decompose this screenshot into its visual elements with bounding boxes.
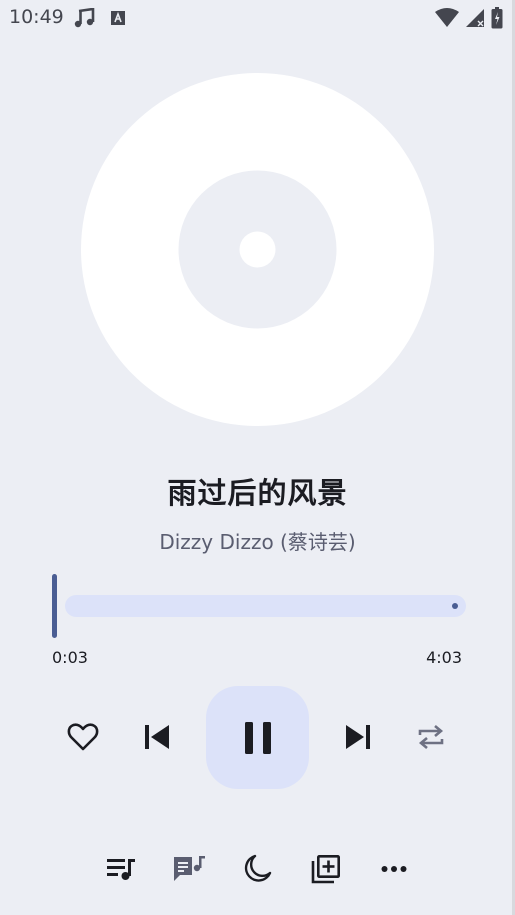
previous-button[interactable]	[136, 716, 178, 758]
album-art	[81, 73, 434, 426]
heart-outline-icon	[67, 723, 99, 751]
pause-button[interactable]	[206, 686, 309, 789]
lyrics-button[interactable]	[166, 846, 212, 892]
queue-button[interactable]	[98, 846, 144, 892]
sleep-timer-button[interactable]	[234, 846, 280, 892]
wifi-icon	[435, 8, 459, 32]
font-a-icon	[110, 10, 126, 30]
battery-icon	[491, 7, 503, 33]
more-button[interactable]	[371, 846, 417, 892]
time-total: 4:03	[426, 648, 462, 667]
repeat-button[interactable]	[410, 716, 452, 758]
vinyl-disc-icon	[81, 73, 434, 426]
add-to-playlist-icon	[311, 854, 340, 884]
add-to-playlist-button[interactable]	[303, 846, 349, 892]
lyrics-icon	[174, 856, 205, 881]
progress-thumb[interactable]	[52, 574, 57, 638]
status-bar: 10:49	[0, 0, 515, 34]
status-left-icons	[74, 7, 126, 32]
song-artist[interactable]: Dizzy Dizzo (蔡诗芸)	[0, 526, 515, 555]
signal-icon	[465, 8, 485, 32]
next-button[interactable]	[337, 716, 379, 758]
time-elapsed: 0:03	[52, 648, 88, 667]
queue-music-icon	[107, 859, 135, 880]
more-icon	[381, 866, 407, 872]
repeat-icon	[418, 725, 444, 749]
skip-next-icon	[346, 725, 370, 749]
music-note-icon	[74, 7, 96, 32]
song-title: 雨过后的风景	[167, 476, 348, 510]
skip-previous-icon	[145, 725, 169, 749]
progress-slider[interactable]	[50, 574, 470, 638]
pause-icon	[244, 721, 271, 754]
progress-track[interactable]	[65, 595, 466, 617]
like-button[interactable]	[62, 716, 104, 758]
bottom-action-bar	[0, 846, 515, 892]
status-time: 10:49	[9, 6, 64, 28]
sleep-timer-icon	[244, 854, 272, 882]
status-right-icons	[435, 7, 503, 33]
progress-end-marker	[452, 603, 458, 609]
